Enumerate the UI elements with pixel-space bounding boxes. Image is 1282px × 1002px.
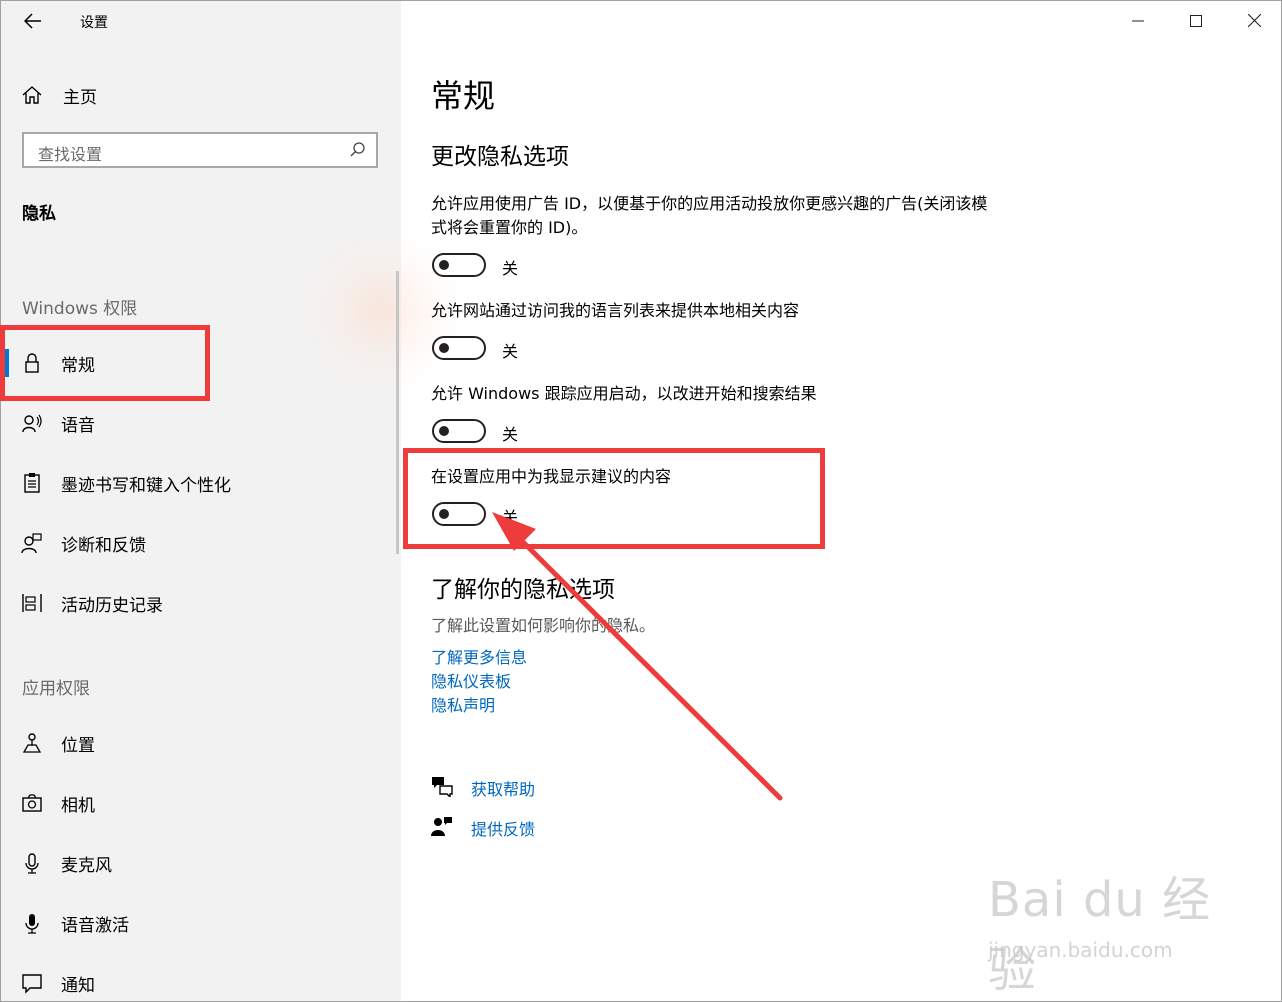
toggle-app-launch-tracking[interactable] xyxy=(432,419,486,443)
home-label: 主页 xyxy=(63,87,97,108)
back-button[interactable] xyxy=(15,7,51,37)
feedback-icon xyxy=(431,817,452,836)
get-help-link[interactable]: 获取帮助 xyxy=(471,776,535,800)
home-icon xyxy=(22,86,42,104)
sidebar-item-activity-history[interactable]: 活动历史记录 xyxy=(1,583,399,623)
sidebar-item-label: 通知 xyxy=(61,976,95,996)
speech-icon xyxy=(22,414,42,433)
sidebar-item-label: 位置 xyxy=(61,736,95,756)
toggle-knob xyxy=(439,343,449,353)
sidebar-item-voice-activation[interactable]: 语音激活 xyxy=(1,903,399,943)
sidebar-item-location[interactable]: 位置 xyxy=(1,723,399,763)
app-title: 设置 xyxy=(80,15,108,31)
maximize-button[interactable] xyxy=(1181,9,1211,35)
sidebar-item-camera[interactable]: 相机 xyxy=(1,783,399,823)
link-learn-more[interactable]: 了解更多信息 xyxy=(431,644,527,668)
learn-section-title: 了解你的隐私选项 xyxy=(431,577,615,603)
sidebar: 设置 主页 查找设置 隐私 Windows 权限 常规 语音 墨迹书写和键入个性… xyxy=(1,1,461,1001)
section-title-privacy: 隐私 xyxy=(22,204,56,224)
link-privacy-dashboard[interactable]: 隐私仪表板 xyxy=(431,668,511,692)
link-privacy-statement[interactable]: 隐私声明 xyxy=(431,692,495,716)
watermark-brand: Bai du 经验 xyxy=(988,872,1212,998)
give-feedback-link[interactable]: 提供反馈 xyxy=(471,816,535,840)
voice-activation-icon xyxy=(25,914,39,934)
search-placeholder: 查找设置 xyxy=(38,145,103,164)
setting-desc-language-list: 允许网站通过访问我的语言列表来提供本地相关内容 xyxy=(431,301,800,320)
setting-desc-ad-id: 允许应用使用广告 ID，以便基于你的应用活动投放你更感兴趣的广告(关闭该模式将会… xyxy=(431,194,988,237)
sidebar-item-label: 诊断和反馈 xyxy=(61,536,146,556)
section-title: 更改隐私选项 xyxy=(431,144,569,170)
clipboard-icon xyxy=(24,473,40,493)
minimize-button[interactable] xyxy=(1123,9,1153,35)
sidebar-item-label: 语音 xyxy=(61,416,95,436)
camera-icon xyxy=(22,794,42,812)
microphone-icon xyxy=(25,853,39,874)
close-icon xyxy=(1247,13,1261,28)
back-arrow-icon xyxy=(23,13,41,29)
learn-description: 了解此设置如何影响你的隐私。 xyxy=(431,616,656,635)
toggle-knob xyxy=(439,426,449,436)
sidebar-item-microphone[interactable]: 麦克风 xyxy=(1,843,399,883)
maximize-icon xyxy=(1190,15,1202,27)
sidebar-item-label: 活动历史记录 xyxy=(61,596,163,616)
sidebar-item-label: 相机 xyxy=(61,796,95,816)
toggle-ad-id[interactable] xyxy=(432,253,486,277)
timeline-icon xyxy=(22,594,42,612)
watermark-url: jingyan.baidu.com xyxy=(988,938,1173,962)
sidebar-item-inking-typing[interactable]: 墨迹书写和键入个性化 xyxy=(1,463,399,503)
sidebar-item-label: 墨迹书写和键入个性化 xyxy=(61,476,231,496)
search-input[interactable]: 查找设置 xyxy=(22,132,378,168)
location-icon xyxy=(22,733,42,753)
minimize-icon xyxy=(1132,20,1144,22)
annotation-highlight-setting xyxy=(403,448,825,549)
sidebar-scrollbar[interactable] xyxy=(396,271,399,554)
sidebar-item-diagnostics[interactable]: 诊断和反馈 xyxy=(1,523,399,563)
toggle-state-app-launch-tracking: 关 xyxy=(502,425,519,444)
setting-desc-app-launch-tracking: 允许 Windows 跟踪应用启动，以改进开始和搜索结果 xyxy=(431,384,817,403)
toggle-knob xyxy=(439,260,449,270)
sidebar-item-notifications[interactable]: 通知 xyxy=(1,963,399,1001)
toggle-state-ad-id: 关 xyxy=(502,259,519,278)
toggle-language-list[interactable] xyxy=(432,336,486,360)
chat-help-icon xyxy=(432,777,453,797)
group-label-windows: Windows 权限 xyxy=(22,299,138,319)
close-button[interactable] xyxy=(1239,9,1269,35)
sidebar-item-speech[interactable]: 语音 xyxy=(1,403,399,443)
sidebar-item-label: 语音激活 xyxy=(61,916,129,936)
search-icon[interactable] xyxy=(348,140,368,160)
page-title: 常规 xyxy=(431,77,496,115)
feedback-person-icon xyxy=(21,533,42,554)
sidebar-item-label: 麦克风 xyxy=(61,856,112,876)
toggle-state-language-list: 关 xyxy=(502,342,519,361)
annotation-highlight-sidebar xyxy=(0,325,210,401)
sidebar-item-home[interactable]: 主页 xyxy=(21,81,97,109)
notification-icon xyxy=(22,974,42,994)
group-label-app-permissions: 应用权限 xyxy=(22,679,90,699)
watermark: Bai du 经验 jingyan.baidu.com xyxy=(980,860,1240,998)
